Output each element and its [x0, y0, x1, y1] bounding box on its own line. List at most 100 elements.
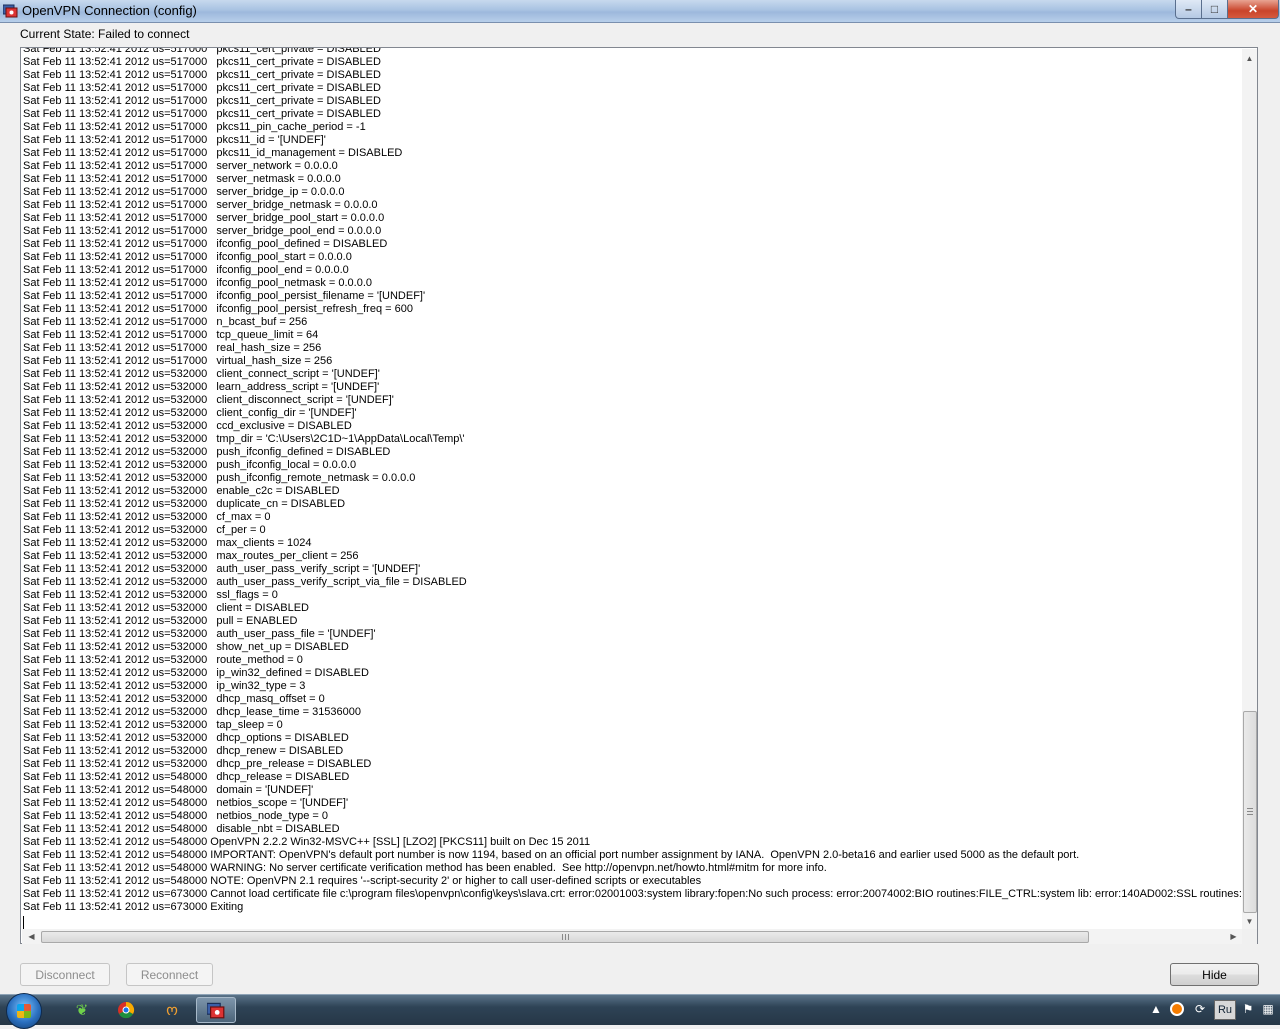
log-line: Sat Feb 11 13:52:41 2012 us=532000 tmp_d…	[23, 433, 465, 445]
log-line: Sat Feb 11 13:52:41 2012 us=517000 serve…	[23, 225, 382, 237]
taskbar-butterfly-app[interactable]: ❦	[62, 997, 102, 1023]
disconnect-label: Disconnect	[35, 967, 95, 982]
log-line: Sat Feb 11 13:52:41 2012 us=517000 ifcon…	[23, 251, 352, 263]
disconnect-button[interactable]: Disconnect	[20, 963, 110, 986]
vertical-scroll-thumb[interactable]	[1243, 711, 1257, 913]
title-bar[interactable]: OpenVPN Connection (config) – □ ✕	[0, 0, 1280, 23]
scroll-right-arrow-icon[interactable]: ▶	[1226, 929, 1241, 944]
log-line: Sat Feb 11 13:52:41 2012 us=517000 pkcs1…	[23, 134, 326, 146]
log-line: Sat Feb 11 13:52:41 2012 us=532000 clien…	[23, 368, 380, 380]
log-line: Sat Feb 11 13:52:41 2012 us=517000 tcp_q…	[23, 329, 319, 341]
log-line: Sat Feb 11 13:52:41 2012 us=532000 dhcp_…	[23, 706, 362, 718]
maximize-icon: □	[1210, 2, 1219, 16]
window-title: OpenVPN Connection (config)	[22, 3, 197, 18]
taskbar-app[interactable]: ო	[152, 997, 192, 1023]
log-line: Sat Feb 11 13:52:41 2012 us=517000 virtu…	[23, 355, 333, 367]
maximize-button[interactable]: □	[1201, 0, 1228, 19]
log-textbox[interactable]: Sat Feb 11 13:52:41 2012 us=517000 pkcs1…	[20, 47, 1258, 944]
minimize-button[interactable]: –	[1175, 0, 1202, 19]
close-button[interactable]: ✕	[1227, 0, 1279, 19]
log-line: Sat Feb 11 13:52:41 2012 us=532000 push_…	[23, 472, 416, 484]
log-line: Sat Feb 11 13:52:41 2012 us=548000 WARNI…	[23, 862, 827, 874]
openvpn-icon	[207, 1002, 225, 1019]
taskbar-chrome[interactable]	[106, 997, 146, 1023]
log-line: Sat Feb 11 13:52:41 2012 us=517000 n_bca…	[23, 316, 308, 328]
scrollbar-corner	[1242, 929, 1257, 944]
log-line: Sat Feb 11 13:52:41 2012 us=532000 dupli…	[23, 498, 346, 510]
hide-button[interactable]: Hide	[1170, 963, 1259, 986]
log-line: Sat Feb 11 13:52:41 2012 us=532000 auth_…	[23, 628, 376, 640]
log-line: Sat Feb 11 13:52:41 2012 us=532000 push_…	[23, 446, 391, 458]
log-line: Sat Feb 11 13:52:41 2012 us=517000 pkcs1…	[23, 56, 381, 68]
log-line: Sat Feb 11 13:52:41 2012 us=532000 learn…	[23, 381, 380, 393]
close-icon: ✕	[1247, 2, 1259, 16]
minimize-icon: –	[1185, 2, 1192, 16]
log-line: Sat Feb 11 13:52:41 2012 us=532000 dhcp_…	[23, 693, 325, 705]
log-line: Sat Feb 11 13:52:41 2012 us=532000 push_…	[23, 459, 357, 471]
log-line: Sat Feb 11 13:52:41 2012 us=548000 OpenV…	[23, 836, 591, 848]
taskbar: ❦ ო ▲ ⟳ Ru ⚑ ▦	[0, 993, 1280, 1029]
log-line: Sat Feb 11 13:52:41 2012 us=517000 serve…	[23, 186, 345, 198]
log-line: Sat Feb 11 13:52:41 2012 us=517000 pkcs1…	[23, 48, 381, 55]
log-content[interactable]: Sat Feb 11 13:52:41 2012 us=517000 pkcs1…	[23, 48, 1243, 930]
log-line: Sat Feb 11 13:52:41 2012 us=517000 pkcs1…	[23, 69, 381, 81]
vertical-scrollbar[interactable]: ▲ ▼	[1242, 49, 1257, 929]
tray-app-icon[interactable]	[1169, 1001, 1185, 1017]
grip-icon	[1247, 808, 1253, 815]
log-line: Sat Feb 11 13:52:41 2012 us=548000 netbi…	[23, 797, 349, 809]
log-line: Sat Feb 11 13:52:41 2012 us=517000 ifcon…	[23, 277, 373, 289]
log-line: Sat Feb 11 13:52:41 2012 us=532000 auth_…	[23, 563, 421, 575]
log-line: Sat Feb 11 13:52:41 2012 us=532000 route…	[23, 654, 303, 666]
log-line: Sat Feb 11 13:52:41 2012 us=532000 pull …	[23, 615, 298, 627]
log-line: Sat Feb 11 13:52:41 2012 us=517000 pkcs1…	[23, 95, 381, 107]
log-line: Sat Feb 11 13:52:41 2012 us=548000 domai…	[23, 784, 314, 796]
show-hidden-icons-icon[interactable]: ▲	[1148, 1001, 1164, 1017]
log-line: Sat Feb 11 13:52:41 2012 us=532000 cf_ma…	[23, 511, 271, 523]
current-state-label: Current State: Failed to connect	[20, 27, 190, 41]
log-line: Sat Feb 11 13:52:41 2012 us=548000 IMPOR…	[23, 849, 1080, 861]
grip-icon	[562, 934, 569, 940]
log-line: Sat Feb 11 13:52:41 2012 us=517000 pkcs1…	[23, 147, 403, 159]
text-caret	[23, 916, 24, 929]
log-line: Sat Feb 11 13:52:41 2012 us=517000 serve…	[23, 173, 341, 185]
scroll-left-arrow-icon[interactable]: ◀	[24, 929, 39, 944]
log-line: Sat Feb 11 13:52:41 2012 us=532000 show_…	[23, 641, 349, 653]
log-line: Sat Feb 11 13:52:41 2012 us=517000 ifcon…	[23, 303, 413, 315]
log-line: Sat Feb 11 13:52:41 2012 us=532000 clien…	[23, 602, 309, 614]
log-line: Sat Feb 11 13:52:41 2012 us=532000 ip_wi…	[23, 680, 306, 692]
openvpn-app-icon	[3, 4, 18, 18]
log-line: Sat Feb 11 13:52:41 2012 us=532000 clien…	[23, 407, 357, 419]
taskbar-openvpn[interactable]	[196, 997, 236, 1023]
log-line: Sat Feb 11 13:52:41 2012 us=532000 max_r…	[23, 550, 359, 562]
tray-sync-icon[interactable]: ⟳	[1192, 1001, 1208, 1017]
log-line: Sat Feb 11 13:52:41 2012 us=548000 disab…	[23, 823, 340, 835]
log-line: Sat Feb 11 13:52:41 2012 us=517000 ifcon…	[23, 290, 426, 302]
log-line: Sat Feb 11 13:52:41 2012 us=532000 auth_…	[23, 576, 467, 588]
log-line: Sat Feb 11 13:52:41 2012 us=517000 pkcs1…	[23, 82, 381, 94]
horizontal-scrollbar[interactable]: ◀ ▶	[22, 929, 1242, 944]
log-line: Sat Feb 11 13:52:41 2012 us=532000 dhcp_…	[23, 732, 349, 744]
app-icon: ო	[166, 1002, 178, 1019]
language-indicator[interactable]: Ru	[1214, 1000, 1236, 1020]
action-center-flag-icon[interactable]: ⚑	[1240, 1001, 1256, 1017]
log-line: Sat Feb 11 13:52:41 2012 us=517000 serve…	[23, 160, 338, 172]
network-icon[interactable]: ▦	[1260, 1001, 1276, 1017]
hide-label: Hide	[1202, 967, 1227, 982]
windows-logo-icon	[17, 1004, 31, 1018]
log-line: Sat Feb 11 13:52:41 2012 us=517000 serve…	[23, 212, 385, 224]
reconnect-button[interactable]: Reconnect	[126, 963, 213, 986]
chrome-icon	[118, 1001, 135, 1019]
scroll-up-arrow-icon[interactable]: ▲	[1242, 51, 1257, 66]
horizontal-scroll-thumb[interactable]	[41, 931, 1089, 943]
log-line: Sat Feb 11 13:52:41 2012 us=517000 pkcs1…	[23, 108, 381, 120]
scroll-down-arrow-icon[interactable]: ▼	[1242, 914, 1257, 929]
log-line: Sat Feb 11 13:52:41 2012 us=532000 ip_wi…	[23, 667, 369, 679]
log-line: Sat Feb 11 13:52:41 2012 us=532000 tap_s…	[23, 719, 283, 731]
log-line: Sat Feb 11 13:52:41 2012 us=532000 max_c…	[23, 537, 312, 549]
log-line: Sat Feb 11 13:52:41 2012 us=532000 ccd_e…	[23, 420, 352, 432]
log-line: Sat Feb 11 13:52:41 2012 us=517000 serve…	[23, 199, 378, 211]
log-line: Sat Feb 11 13:52:41 2012 us=548000 netbi…	[23, 810, 328, 822]
log-line: Sat Feb 11 13:52:41 2012 us=517000 real_…	[23, 342, 322, 354]
log-line: Sat Feb 11 13:52:41 2012 us=673000 Canno…	[23, 888, 1243, 900]
log-line: Sat Feb 11 13:52:41 2012 us=532000 clien…	[23, 394, 394, 406]
